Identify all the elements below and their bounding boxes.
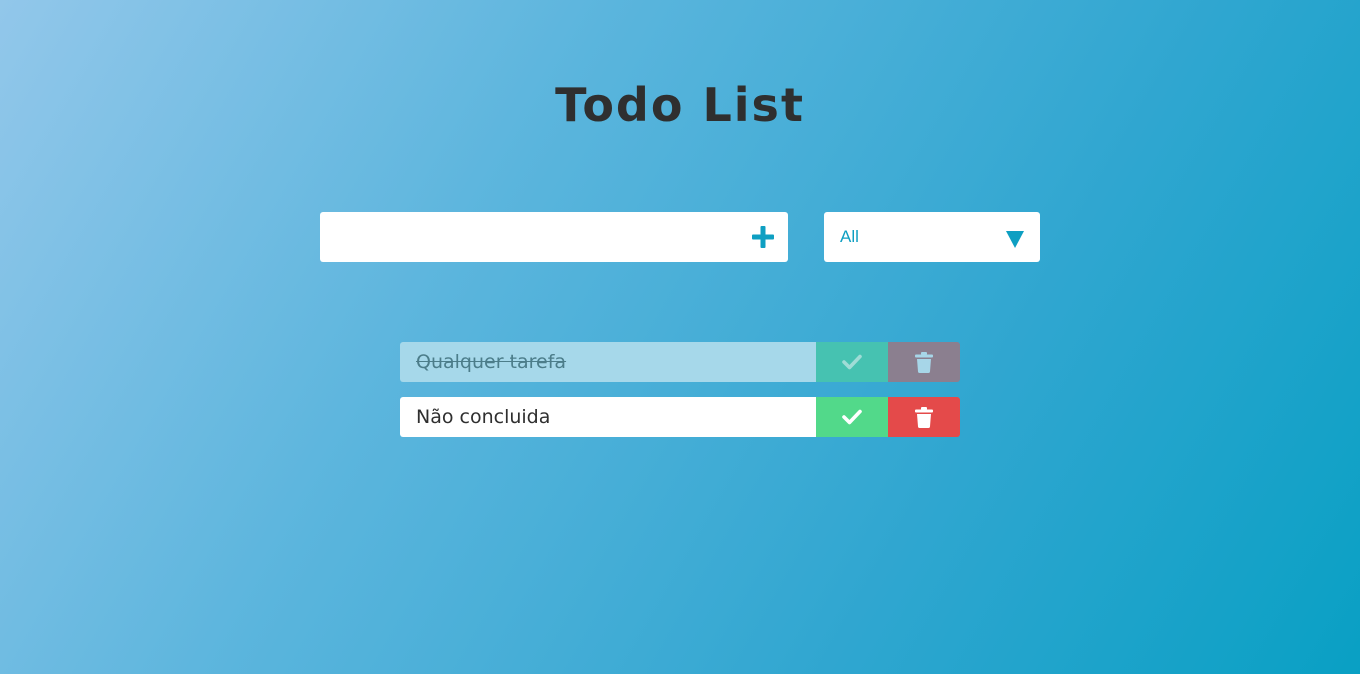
todo-form (320, 212, 788, 262)
plus-icon (752, 226, 774, 248)
trash-icon (915, 406, 933, 428)
todo-item: Não concluida (400, 397, 960, 437)
todo-item: Qualquer tarefa (400, 342, 960, 382)
delete-button[interactable] (888, 342, 960, 382)
delete-button[interactable] (888, 397, 960, 437)
todo-list: Qualquer tarefa Não concluida (400, 342, 960, 452)
complete-button[interactable] (816, 397, 888, 437)
check-icon (842, 354, 862, 370)
caret-down-icon (1006, 230, 1024, 248)
filter-selected-value: All (840, 227, 859, 246)
todo-input[interactable] (320, 212, 738, 262)
todo-text: Não concluida (400, 397, 816, 437)
filter-select[interactable]: All (824, 212, 1040, 262)
complete-button[interactable] (816, 342, 888, 382)
page-title: Todo List (555, 78, 805, 132)
todo-text: Qualquer tarefa (400, 342, 816, 382)
check-icon (842, 409, 862, 425)
add-todo-button[interactable] (738, 212, 788, 262)
trash-icon (915, 351, 933, 373)
